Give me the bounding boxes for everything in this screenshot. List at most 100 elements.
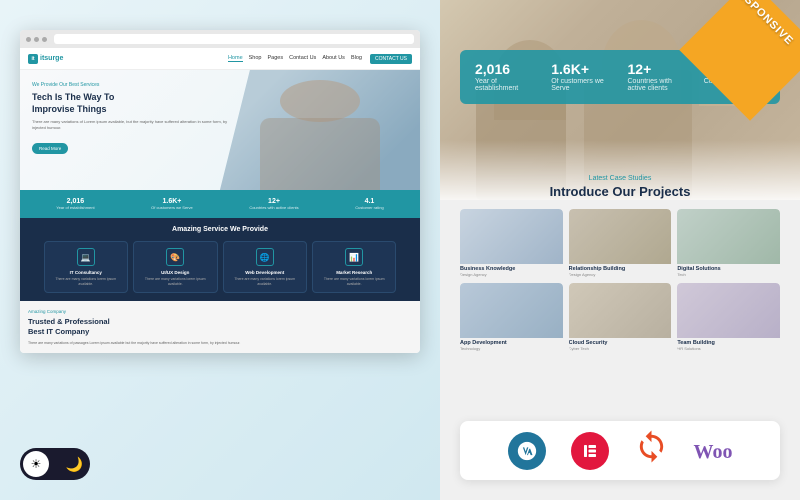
- stats-panel-num-1: 2,016: [475, 62, 536, 76]
- project-card-6[interactable]: Team Building HR Solutions: [677, 283, 780, 351]
- stats-panel-item-2: 1.6K+ Of customers we Serve: [551, 62, 612, 92]
- browser-dot-green: [42, 37, 47, 42]
- project-card-5[interactable]: Cloud Security Cyber Tech: [569, 283, 672, 351]
- services-grid: 💻 IT Consultancy There are many variatio…: [28, 241, 412, 293]
- service-name-4: Market Research: [317, 270, 391, 275]
- nav-blog[interactable]: Blog: [351, 55, 362, 62]
- refresh-logo: [634, 429, 669, 472]
- project-sublabel-3: Tech: [677, 272, 780, 277]
- stats-panel-item-3: 12+ Countries with active clients: [628, 62, 689, 92]
- service-card-2: 🎨 UI/UX Design There are many variations…: [133, 241, 217, 293]
- projects-subtitle: Latest Case Studies: [460, 175, 780, 182]
- stats-panel-label-3: Countries with active clients: [628, 78, 689, 92]
- wordpress-logo: [508, 432, 546, 470]
- services-section: Amazing Service We Provide 💻 IT Consulta…: [20, 218, 420, 301]
- service-name-2: UI/UX Design: [138, 270, 212, 275]
- service-desc-3: There are many variations lorem ipsum av…: [228, 277, 302, 286]
- service-desc-4: There are many variations lorem ipsum av…: [317, 277, 391, 286]
- company-title: Trusted & ProfessionalBest IT Company: [28, 317, 412, 337]
- hero-person-image: [220, 70, 420, 190]
- project-image-3: [677, 209, 780, 264]
- stats-panel-item-1: 2,016 Year of establishment: [475, 62, 536, 92]
- elementor-logo: [571, 432, 609, 470]
- browser-bar: [20, 30, 420, 48]
- stat-number-3: 12+: [249, 198, 298, 205]
- company-description: There are many variations of passages Lo…: [28, 341, 412, 346]
- browser-mockup: it itsurge Home Shop Pages Contact Us Ab…: [20, 30, 420, 353]
- project-card-1[interactable]: Business Knowledge Design Agency: [460, 209, 563, 277]
- right-panel: RESPONSIVE 2,016 Year of establishment 1…: [440, 0, 800, 500]
- dark-mode-toggle[interactable]: ☀ 🌙: [20, 448, 90, 480]
- hero-content: We Provide Our Best Services Tech Is The…: [20, 70, 240, 190]
- project-card-3[interactable]: Digital Solutions Tech: [677, 209, 780, 277]
- tech-logos-bar: Woo: [460, 421, 780, 480]
- logo-icon: it: [28, 54, 38, 64]
- nav-pages[interactable]: Pages: [267, 55, 283, 62]
- project-card-4[interactable]: App Development Technology: [460, 283, 563, 351]
- stat-label-4: Customer rating: [355, 205, 383, 210]
- woocommerce-logo: Woo: [694, 438, 733, 464]
- project-sublabel-2: Design Agency: [569, 272, 672, 277]
- hero-image: [220, 70, 420, 190]
- service-icon-1: 💻: [77, 248, 95, 266]
- company-badge: Amazing Company: [28, 309, 412, 314]
- service-icon-4: 📊: [345, 248, 363, 266]
- projects-grid: Business Knowledge Design Agency Relatio…: [460, 209, 780, 351]
- left-preview-panel: it itsurge Home Shop Pages Contact Us Ab…: [0, 0, 440, 500]
- site-navbar: it itsurge Home Shop Pages Contact Us Ab…: [20, 48, 420, 70]
- contact-btn[interactable]: CONTACT US: [370, 54, 412, 64]
- toggle-moon-icon: 🌙: [66, 456, 83, 473]
- projects-section: Latest Case Studies Introduce Our Projec…: [460, 175, 780, 351]
- hero-section: We Provide Our Best Services Tech Is The…: [20, 70, 420, 190]
- stats-bar: 2,016 Year of establishment 1.6K+ Of cus…: [20, 190, 420, 218]
- project-sublabel-1: Design Agency: [460, 272, 563, 277]
- stat-number-4: 4.1: [355, 198, 383, 205]
- service-desc-1: There are many variations lorem ipsum av…: [49, 277, 123, 286]
- stat-item-4: 4.1 Customer rating: [355, 198, 383, 210]
- logo-text: itsurge: [40, 55, 63, 62]
- services-title: Amazing Service We Provide: [28, 226, 412, 233]
- nav-shop[interactable]: Shop: [249, 55, 262, 62]
- stat-label-2: Of customers we Serve: [151, 205, 193, 210]
- service-card-1: 💻 IT Consultancy There are many variatio…: [44, 241, 128, 293]
- stats-panel-label-2: Of customers we Serve: [551, 78, 612, 92]
- project-card-2[interactable]: Relationship Building Design Agency: [569, 209, 672, 277]
- projects-title: Introduce Our Projects: [460, 184, 780, 199]
- responsive-badge: RESPONSIVE: [690, 0, 800, 110]
- nav-about[interactable]: About Us: [322, 55, 345, 62]
- stats-panel-num-2: 1.6K+: [551, 62, 612, 76]
- service-name-3: Web Development: [228, 270, 302, 275]
- browser-dot-red: [26, 37, 31, 42]
- project-sublabel-4: Technology: [460, 346, 563, 351]
- service-card-3: 🌐 Web Development There are many variati…: [223, 241, 307, 293]
- stat-label-3: Countries with active clients: [249, 205, 298, 210]
- service-desc-2: There are many variations lorem ipsum av…: [138, 277, 212, 286]
- badge-background: [679, 0, 800, 121]
- project-image-4: [460, 283, 563, 338]
- toggle-circle: ☀: [23, 451, 49, 477]
- company-section: Amazing Company Trusted & ProfessionalBe…: [20, 301, 420, 353]
- stat-label-1: Year of establishment: [56, 205, 94, 210]
- service-card-4: 📊 Market Research There are many variati…: [312, 241, 396, 293]
- stat-item-1: 2,016 Year of establishment: [56, 198, 94, 210]
- project-image-5: [569, 283, 672, 338]
- service-icon-2: 🎨: [166, 248, 184, 266]
- browser-url-bar: [54, 34, 414, 44]
- nav-contact[interactable]: Contact Us: [289, 55, 316, 62]
- stat-number-1: 2,016: [56, 198, 94, 205]
- stat-item-2: 1.6K+ Of customers we Serve: [151, 198, 193, 210]
- stats-panel-label-1: Year of establishment: [475, 78, 536, 92]
- service-name-1: IT Consultancy: [49, 270, 123, 275]
- stat-item-3: 12+ Countries with active clients: [249, 198, 298, 210]
- site-logo: it itsurge: [28, 54, 63, 64]
- hero-title: Tech Is The Way ToImprovise Things: [32, 92, 228, 115]
- nav-home[interactable]: Home: [228, 55, 243, 62]
- project-sublabel-6: HR Solutions: [677, 346, 780, 351]
- hero-subtitle: We Provide Our Best Services: [32, 82, 228, 88]
- service-icon-3: 🌐: [256, 248, 274, 266]
- company-text: Amazing Company Trusted & ProfessionalBe…: [28, 309, 412, 345]
- stat-number-2: 1.6K+: [151, 198, 193, 205]
- project-sublabel-5: Cyber Tech: [569, 346, 672, 351]
- project-image-6: [677, 283, 780, 338]
- hero-cta-button[interactable]: Read More: [32, 143, 68, 154]
